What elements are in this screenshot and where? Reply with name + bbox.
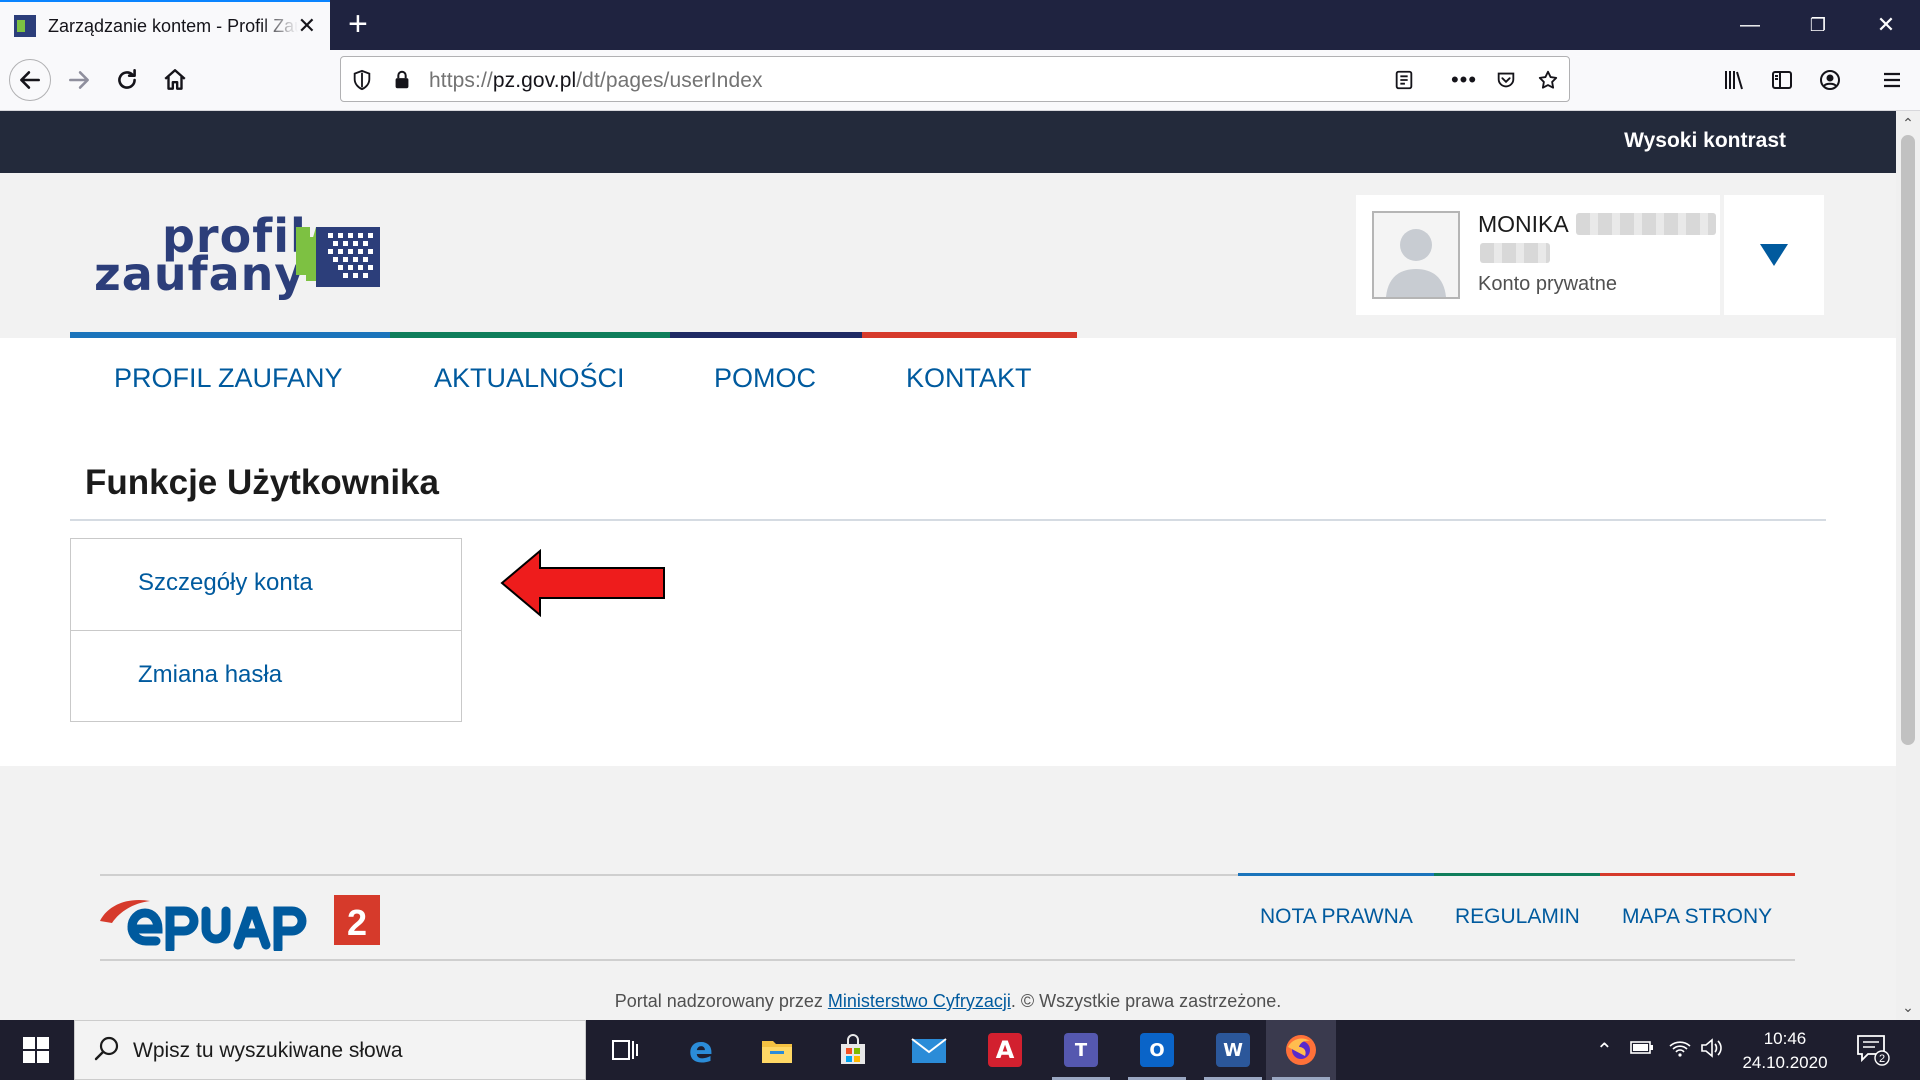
menu-hamburger-icon[interactable] [1874, 62, 1910, 98]
nav-pomoc[interactable]: POMOC [714, 363, 816, 394]
new-tab-icon[interactable]: + [348, 6, 368, 42]
profil-zaufany-mark-icon [296, 227, 380, 287]
teams-icon[interactable]: T [1046, 1020, 1116, 1080]
account-type: Konto prywatne [1478, 273, 1617, 295]
tracking-shield-icon[interactable] [349, 67, 375, 93]
outlook-icon[interactable]: O [1122, 1020, 1192, 1080]
minimize-icon[interactable]: — [1716, 0, 1784, 50]
page-scrollbar[interactable]: ⌃ ⌄ [1896, 111, 1920, 1020]
site-header: profil zaufany MONIKA Konto prywatne [0, 173, 1896, 338]
account-icon[interactable] [1812, 62, 1848, 98]
footer-link-mapa-strony[interactable]: MAPA STRONY [1622, 905, 1772, 929]
title-divider [70, 519, 1826, 521]
system-clock[interactable]: 10:46 24.10.2020 [1720, 1027, 1850, 1075]
edge-browser-icon[interactable]: e [666, 1020, 736, 1080]
lock-icon[interactable] [389, 67, 415, 93]
user-name: MONIKA [1478, 211, 1569, 237]
footer-accent-blue [1238, 873, 1434, 876]
redacted-name-line [1480, 243, 1550, 263]
battery-icon[interactable] [1630, 1038, 1654, 1062]
page-title: Funkcje Użytkownika [85, 463, 439, 502]
footer-accent-red [1600, 873, 1795, 876]
red-arrow-annotation-icon [500, 549, 665, 617]
avatar [1372, 211, 1460, 299]
url-text: https://pz.gov.pl/dt/pages/userIndex [429, 69, 763, 92]
nav-profil-zaufany[interactable]: PROFIL ZAUFANY [114, 363, 343, 394]
browser-toolbar: https://pz.gov.pl/dt/pages/userIndex ••• [0, 50, 1920, 111]
page-actions-icon[interactable]: ••• [1451, 67, 1477, 93]
search-icon [94, 1036, 119, 1061]
browser-tab-active[interactable]: Zarządzanie kontem - Profil Zaufany ✕ [0, 0, 330, 50]
microsoft-store-icon[interactable] [818, 1020, 888, 1080]
mail-icon[interactable] [894, 1020, 964, 1080]
bookmark-star-icon[interactable] [1535, 67, 1561, 93]
pocket-icon[interactable] [1493, 67, 1519, 93]
back-icon[interactable] [9, 59, 51, 101]
epuap-logo[interactable]: 2 [98, 891, 388, 951]
reader-view-icon[interactable] [1391, 67, 1417, 93]
library-icon[interactable] [1716, 62, 1752, 98]
user-menu-toggle-chevron-down-icon[interactable] [1724, 195, 1824, 315]
restore-icon[interactable]: ❐ [1784, 0, 1852, 50]
nav-kontakt[interactable]: KONTAKT [906, 363, 1032, 394]
menu-item-change-password[interactable]: Zmiana hasła [71, 631, 461, 722]
scroll-down-icon[interactable]: ⌄ [1896, 997, 1920, 1017]
nav-accent-line-red [862, 332, 1077, 338]
file-explorer-icon[interactable] [742, 1020, 812, 1080]
home-icon[interactable] [154, 59, 196, 101]
word-icon[interactable]: W [1198, 1020, 1268, 1080]
user-functions-menu: Szczegóły konta Zmiana hasła [70, 538, 462, 722]
firefox-icon[interactable] [1266, 1020, 1336, 1080]
footer-link-regulamin[interactable]: REGULAMIN [1455, 905, 1580, 929]
window-close-icon[interactable]: ✕ [1852, 0, 1920, 50]
high-contrast-link[interactable]: Wysoki kontrast [1624, 129, 1786, 153]
wifi-icon[interactable] [1668, 1038, 1692, 1064]
browser-tab-bar: Zarządzanie kontem - Profil Zaufany ✕ + … [0, 0, 1920, 50]
windows-taskbar: Wpisz tu wyszukiwane słowa e A T O W ⌃ 1… [0, 1020, 1920, 1080]
nav-accent-line-blue [70, 332, 390, 338]
reload-icon[interactable] [106, 59, 148, 101]
task-view-icon[interactable] [590, 1020, 660, 1080]
ipocc-app-icon[interactable]: A [970, 1020, 1040, 1080]
accessibility-strip: Wysoki kontrast [0, 111, 1896, 173]
footer-bottom-rule [100, 959, 1795, 961]
epuap-badge-number: 2 [347, 902, 367, 943]
show-hidden-icons-chevron-up-icon[interactable]: ⌃ [1596, 1038, 1613, 1063]
close-tab-icon[interactable]: ✕ [298, 14, 316, 38]
taskbar-search-input[interactable]: Wpisz tu wyszukiwane słowa [74, 1020, 586, 1080]
notification-count: 2 [1879, 1053, 1885, 1065]
scroll-thumb[interactable] [1901, 135, 1915, 745]
notification-center-icon[interactable]: 2 [1856, 1034, 1890, 1066]
scroll-up-icon[interactable]: ⌃ [1896, 113, 1920, 133]
sidebar-icon[interactable] [1764, 62, 1800, 98]
site-footer: 2 NOTA PRAWNA REGULAMIN MAPA STRONY Port… [0, 766, 1896, 1020]
menu-item-account-details[interactable]: Szczegóły konta [71, 539, 461, 630]
main-navigation: PROFIL ZAUFANY AKTUALNOŚCI POMOC KONTAKT [0, 363, 1896, 413]
ministry-link[interactable]: Ministerstwo Cyfryzacji [828, 991, 1011, 1011]
windows-start-icon[interactable] [0, 1020, 72, 1080]
redacted-surname [1576, 213, 1716, 235]
footer-accent-green [1434, 873, 1600, 876]
forward-icon[interactable] [58, 59, 100, 101]
web-page: Wysoki kontrast profil zaufany MONIKA Ko… [0, 111, 1896, 1020]
site-favicon-icon [14, 15, 36, 37]
address-bar[interactable]: https://pz.gov.pl/dt/pages/userIndex ••• [340, 56, 1570, 102]
profil-zaufany-logo[interactable]: profil zaufany [94, 213, 394, 308]
nav-accent-line-navy [670, 332, 862, 338]
user-panel[interactable]: MONIKA Konto prywatne [1356, 195, 1720, 315]
tab-title: Zarządzanie kontem - Profil Zaufany [48, 15, 298, 36]
user-silhouette-icon [1386, 229, 1446, 297]
nav-accent-line-green [390, 332, 670, 338]
copyright-text: Portal nadzorowany przez Ministerstwo Cy… [614, 991, 1282, 1011]
footer-link-nota-prawna[interactable]: NOTA PRAWNA [1260, 905, 1413, 929]
nav-aktualnosci[interactable]: AKTUALNOŚCI [434, 363, 625, 394]
